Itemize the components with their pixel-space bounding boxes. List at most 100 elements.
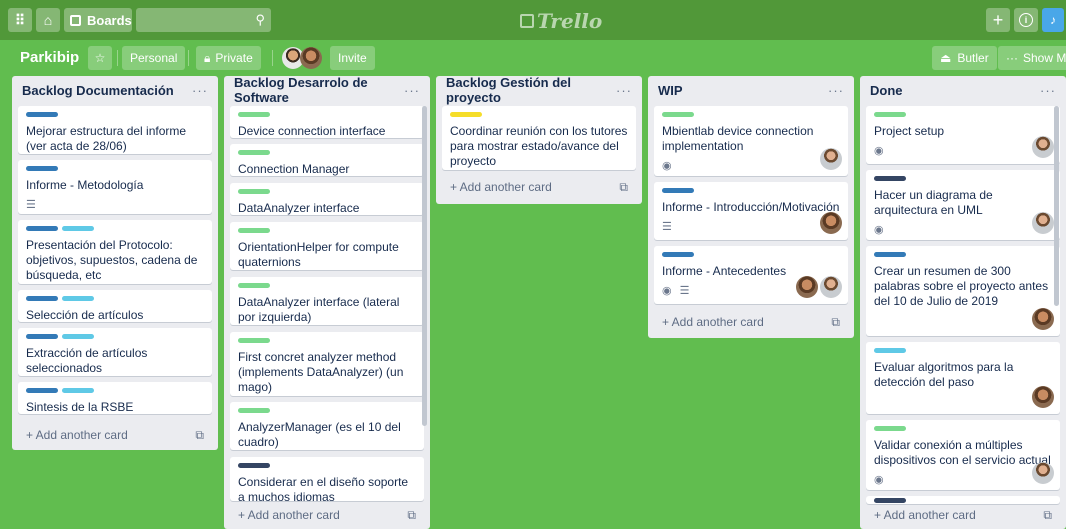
watch-icon: ◉ (874, 145, 884, 157)
list-menu-icon[interactable]: ··· (828, 83, 844, 98)
label-sky (874, 348, 906, 353)
label-sky (62, 296, 94, 301)
info-icon: i (1019, 13, 1033, 27)
card[interactable]: Connection Manager (230, 144, 424, 176)
label-green (238, 228, 270, 233)
grid-icon: ⠿ (14, 11, 26, 28)
template-icon[interactable]: ⧉ (1043, 508, 1052, 523)
show-menu-button[interactable]: ···Show Me (998, 46, 1066, 70)
list-title[interactable]: Backlog Desarrolo de Software (234, 75, 404, 105)
member-avatar[interactable] (300, 47, 322, 69)
member-avatar[interactable] (820, 212, 842, 234)
card[interactable]: Device connection interface (230, 106, 424, 138)
label-blue (662, 188, 694, 193)
card[interactable]: Project setup ◉ (866, 106, 1060, 164)
label-green (662, 112, 694, 117)
member-avatar[interactable] (1032, 308, 1054, 330)
board-title[interactable]: Parkibip (20, 46, 79, 70)
apps-button[interactable]: ⠿ (8, 8, 32, 32)
card[interactable]: Presentación del Protocolo: objetivos, s… (18, 220, 212, 284)
list-scrollbar[interactable] (422, 106, 427, 426)
add-card-button[interactable]: + Add another card ⧉ (436, 174, 642, 200)
list-menu-icon[interactable]: ··· (404, 83, 420, 98)
template-icon[interactable]: ⧉ (831, 315, 840, 330)
home-button[interactable]: ⌂ (36, 8, 60, 32)
privacy-button[interactable]: 🔒︎ Private (196, 46, 261, 70)
list-backlog-documentacion: Backlog Documentación ··· Mejorar estruct… (12, 76, 218, 450)
card[interactable]: Informe - Introducción/Motivación ☰ (654, 182, 848, 240)
label-yellow (450, 112, 482, 117)
list-title[interactable]: Backlog Documentación (22, 83, 174, 98)
trello-logo[interactable]: Trello (520, 9, 602, 33)
search-input[interactable]: ⚲ (136, 8, 271, 32)
description-icon: ☰ (26, 199, 36, 211)
label-green (238, 408, 270, 413)
list-done: Done ··· Project setup ◉ Hacer un diagram… (860, 76, 1066, 529)
card[interactable]: Mbientlab device connection implementati… (654, 106, 848, 176)
list-title[interactable]: Backlog Gestión del proyecto (446, 75, 616, 105)
member-avatar[interactable] (1032, 212, 1054, 234)
list-menu-icon[interactable]: ··· (616, 83, 632, 98)
add-card-button[interactable]: + Add another card ⧉ (224, 502, 430, 528)
boards-button[interactable]: Boards (64, 8, 132, 32)
list-scrollbar[interactable] (1054, 106, 1059, 306)
label-green (238, 112, 270, 117)
label-navy (874, 176, 906, 181)
label-blue (26, 334, 58, 339)
more-icon: ··· (1006, 51, 1018, 65)
card[interactable]: First concret analyzer method (implement… (230, 332, 424, 396)
watch-icon: ◉ (662, 160, 672, 172)
butler-icon: ⏏ (940, 51, 952, 65)
card[interactable]: Crear un resumen de 300 palabras sobre e… (866, 246, 1060, 336)
card[interactable]: Evaluar algoritmos para la detección del… (866, 342, 1060, 414)
list-title[interactable]: Done (870, 83, 903, 98)
card[interactable]: DataAnalyzer interface (230, 183, 424, 215)
card[interactable]: OrientationHelper for compute quaternion… (230, 222, 424, 270)
logo-icon (520, 14, 534, 28)
card[interactable]: Extracción de artículos seleccionados (18, 328, 212, 376)
info-button[interactable]: i (1014, 8, 1038, 32)
card[interactable]: Sintesis de la RSBE (18, 382, 212, 414)
label-blue (26, 112, 58, 117)
card[interactable]: DataAnalyzer interface (lateral por izqu… (230, 277, 424, 325)
list-menu-icon[interactable]: ··· (192, 83, 208, 98)
member-avatar[interactable] (796, 276, 818, 298)
add-card-button[interactable]: + Add another card ⧉ (648, 309, 854, 335)
card[interactable]: AnalyzerManager (es el 10 del cuadro) (230, 402, 424, 450)
card[interactable]: Selección de artículos (18, 290, 212, 322)
member-avatar[interactable] (1032, 462, 1054, 484)
member-avatar[interactable] (820, 276, 842, 298)
card[interactable]: Hacer un diagrama de arquitectura en UML… (866, 170, 1060, 240)
list-menu-icon[interactable]: ··· (1040, 83, 1056, 98)
list-backlog-gestion: Backlog Gestión del proyecto ··· Coordina… (436, 75, 642, 204)
card[interactable]: Informe - Antecedentes ◉ ☰ (654, 246, 848, 304)
bell-icon: ♪ (1050, 13, 1056, 27)
invite-button[interactable]: Invite (330, 46, 375, 70)
star-icon: ☆ (94, 51, 106, 65)
notifications-button[interactable]: ♪ (1042, 8, 1064, 32)
star-button[interactable]: ☆ (88, 46, 112, 70)
divider (117, 50, 118, 66)
plus-icon: + (992, 9, 1004, 30)
label-blue (26, 296, 58, 301)
member-avatar[interactable] (820, 148, 842, 170)
label-sky (62, 388, 94, 393)
label-blue (26, 388, 58, 393)
add-card-button[interactable]: + Add another card ⧉ (860, 502, 1066, 528)
member-avatar[interactable] (1032, 136, 1054, 158)
butler-button[interactable]: ⏏ Butler (932, 46, 997, 70)
card[interactable]: Mejorar estructura del informe (ver acta… (18, 106, 212, 154)
create-button[interactable]: + (986, 8, 1010, 32)
label-green (238, 338, 270, 343)
team-button[interactable]: Personal (122, 46, 186, 70)
template-icon[interactable]: ⧉ (619, 180, 628, 195)
card[interactable]: Considerar en el diseño soporte a muchos… (230, 457, 424, 504)
member-avatar[interactable] (1032, 386, 1054, 408)
template-icon[interactable]: ⧉ (195, 428, 204, 443)
list-title[interactable]: WIP (658, 83, 683, 98)
add-card-button[interactable]: + Add another card ⧉ (12, 422, 218, 448)
card[interactable]: Validar conexión a múltiples dispositivo… (866, 420, 1060, 490)
card[interactable]: Informe - Metodología ☰ (18, 160, 212, 214)
template-icon[interactable]: ⧉ (407, 508, 416, 523)
card[interactable]: Coordinar reunión con los tutores para m… (442, 106, 636, 170)
